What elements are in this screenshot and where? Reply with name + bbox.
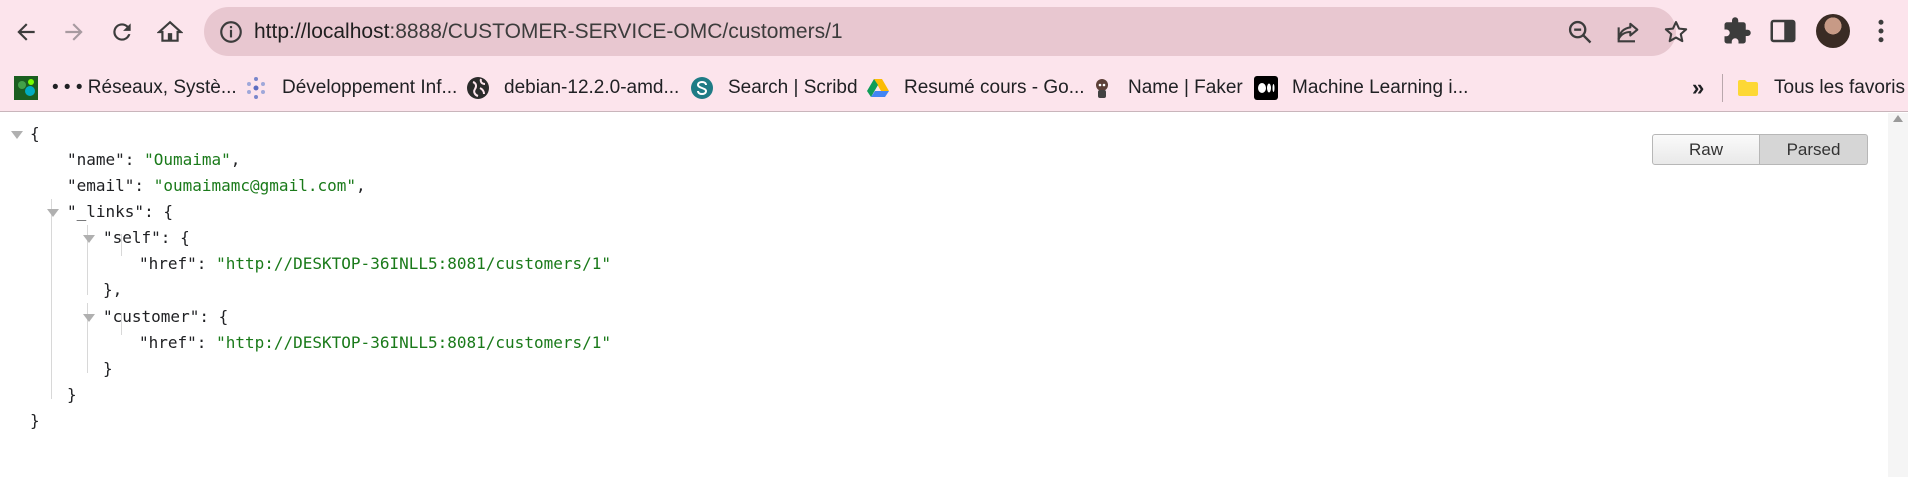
star-icon[interactable] <box>1662 18 1690 46</box>
info-icon[interactable] <box>218 19 244 45</box>
url-path: :8888/CUSTOMER-SERVICE-OMC/customers/1 <box>389 20 843 43</box>
indent-guide <box>51 199 52 399</box>
bookmark-item[interactable]: Machine Learning i... <box>1254 64 1468 112</box>
google-drive-icon <box>867 79 889 97</box>
json-string: "oumaimamc@gmail.com" <box>153 176 356 195</box>
json-brace: { <box>30 124 40 143</box>
collapse-toggle-customer[interactable] <box>83 314 95 322</box>
share-icon[interactable] <box>1614 18 1642 46</box>
bookmark-label: Search | Scribd <box>728 77 858 98</box>
collapse-toggle-links[interactable] <box>47 209 59 217</box>
folder-icon <box>1738 80 1758 96</box>
home-button[interactable] <box>150 12 190 52</box>
profile-avatar[interactable] <box>1816 14 1850 48</box>
bookmark-label: Développement Inf... <box>282 77 458 98</box>
scroll-up-arrow-icon[interactable] <box>1893 115 1903 122</box>
bookmarks-divider <box>1722 74 1723 102</box>
home-icon <box>157 20 183 42</box>
kebab-menu-icon[interactable] <box>1866 16 1896 46</box>
bookmark-item[interactable]: Name | Faker <box>1090 64 1243 112</box>
collapse-toggle-self[interactable] <box>83 235 95 243</box>
bookmark-label: debian-12.2.0-amd... <box>504 77 680 98</box>
address-bar[interactable]: http://localhost:8888/CUSTOMER-SERVICE-O… <box>204 7 1688 56</box>
reload-icon <box>113 23 131 41</box>
globe-icon <box>467 77 489 99</box>
network-dots-icon <box>247 77 265 99</box>
bookmark-label: Resumé cours - Go... <box>904 77 1085 98</box>
arrow-right-icon <box>65 23 83 41</box>
json-key: "self": { <box>103 228 190 247</box>
json-viewer: { "name": "Oumaima", "email": "oumaimamc… <box>0 113 1908 477</box>
medium-icon <box>1254 76 1278 100</box>
json-string: "Oumaima" <box>144 150 231 169</box>
json-line: "href": "http://DESKTOP-36INLL5:8081/cus… <box>139 253 611 275</box>
reload-button[interactable] <box>102 12 142 52</box>
bookmark-item[interactable]: Resumé cours - Go... <box>866 64 1085 112</box>
json-key: "href": <box>139 254 217 273</box>
json-brace: }, <box>103 280 123 299</box>
json-key: "customer": { <box>103 307 229 326</box>
extensions-icon[interactable] <box>1722 16 1752 46</box>
json-key: "href": <box>139 333 217 352</box>
json-brace: } <box>67 385 77 404</box>
scribd-icon <box>691 77 713 99</box>
json-brace: } <box>30 411 40 430</box>
bookmark-label: Machine Learning i... <box>1292 77 1469 98</box>
raw-button[interactable]: Raw <box>1652 134 1760 165</box>
colorful-network-icon <box>14 76 38 100</box>
json-key: "email": <box>67 176 154 195</box>
bookmark-item[interactable]: Search | Scribd <box>690 64 858 112</box>
bookmarks-bar: • • • Réseaux, Systè... Développement In… <box>0 64 1908 112</box>
all-bookmarks-label: Tous les favoris <box>1774 77 1905 98</box>
side-panel-icon[interactable] <box>1768 16 1798 46</box>
overflow-chevron-icon: » <box>1692 75 1705 100</box>
url-text[interactable]: http://localhost:8888/CUSTOMER-SERVICE-O… <box>254 20 843 44</box>
back-button[interactable] <box>6 12 46 52</box>
parsed-button[interactable]: Parsed <box>1760 134 1868 165</box>
all-bookmarks-folder[interactable]: Tous les favoris <box>1736 64 1905 112</box>
bookmark-item[interactable]: Développement Inf... <box>244 64 457 112</box>
faker-icon <box>1096 79 1108 98</box>
json-line: "name": "Oumaima", <box>67 150 241 169</box>
bookmark-item[interactable]: debian-12.2.0-amd... <box>466 64 679 112</box>
url-host: http://localhost <box>254 20 390 43</box>
forward-button[interactable] <box>54 12 94 52</box>
json-key: "name": <box>67 150 145 169</box>
bookmark-label: • • • Réseaux, Systè... <box>52 77 237 98</box>
json-line: "email": "oumaimamc@gmail.com", <box>67 176 366 195</box>
bookmarks-overflow-button[interactable]: » <box>1692 64 1704 112</box>
json-line: "href": "http://DESKTOP-36INLL5:8081/cus… <box>139 332 611 354</box>
browser-toolbar: http://localhost:8888/CUSTOMER-SERVICE-O… <box>0 0 1908 64</box>
arrow-left-icon <box>17 23 35 41</box>
vertical-scrollbar[interactable] <box>1888 113 1908 477</box>
bookmark-label: Name | Faker <box>1128 77 1243 98</box>
zoom-out-icon[interactable] <box>1566 18 1594 46</box>
json-string: "http://DESKTOP-36INLL5:8081/customers/1… <box>216 254 612 273</box>
json-brace: } <box>103 359 113 378</box>
bookmark-item[interactable]: • • • Réseaux, Systè... <box>14 64 237 112</box>
json-string: "http://DESKTOP-36INLL5:8081/customers/1… <box>216 333 612 352</box>
json-key: "_links": { <box>67 202 173 221</box>
collapse-toggle-root[interactable] <box>11 131 23 139</box>
